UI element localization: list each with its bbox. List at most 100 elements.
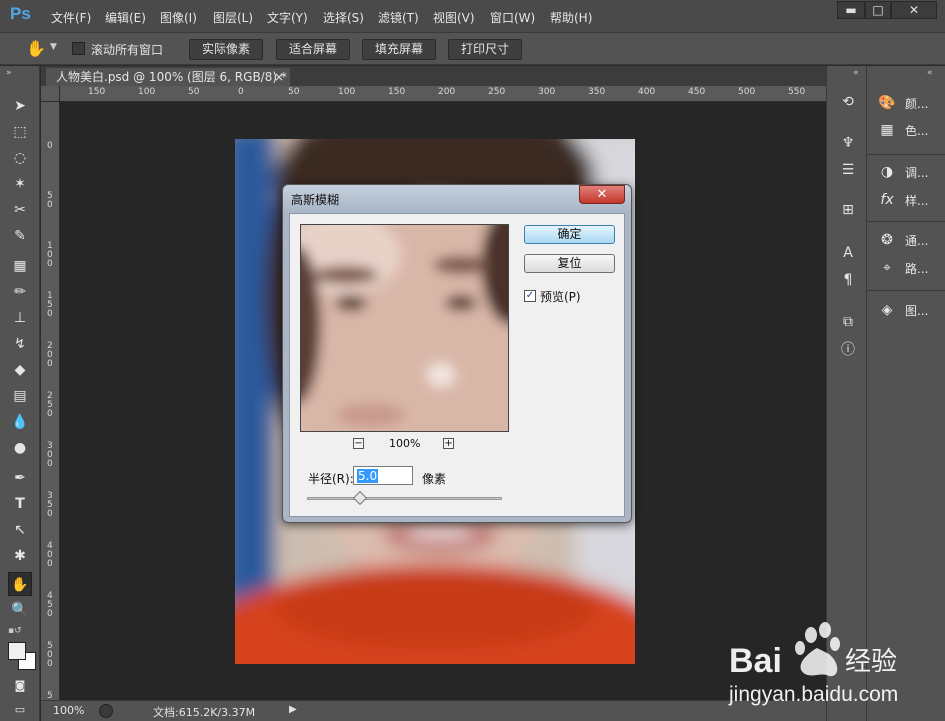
menu-select[interactable]: 选择(S) — [323, 9, 364, 26]
quick-mask-icon[interactable]: ◙ — [8, 674, 32, 698]
ruler-top-tick: 300 — [538, 87, 556, 97]
hand-tool-icon[interactable]: ✋ — [26, 39, 46, 58]
status-info-icon[interactable] — [99, 704, 113, 718]
dialog-titlebar[interactable]: 高斯模糊 ✕ — [283, 185, 631, 211]
watermark-bai: Bai — [729, 642, 782, 680]
document-tab-close-icon[interactable]: × — [274, 68, 284, 86]
gradient-tool-icon[interactable]: ▤ — [8, 384, 32, 408]
history-brush-tool-icon[interactable]: ↯ — [8, 332, 32, 356]
reset-button[interactable]: 复位 — [524, 254, 615, 273]
ruler-left-tick: 350 — [47, 491, 53, 519]
history-icon[interactable]: ⟲ — [837, 91, 859, 113]
fill-screen-button[interactable]: 填充屏幕 — [362, 39, 436, 60]
move-tool-icon[interactable]: ➤ — [8, 94, 32, 118]
watermark-jingyan: 经验 — [845, 647, 897, 677]
palette-icon: 🎨 — [878, 95, 896, 111]
zoom-in-button[interactable]: + — [443, 438, 454, 449]
zoom-out-button[interactable]: − — [353, 438, 364, 449]
dodge-tool-icon[interactable]: ● — [8, 436, 32, 460]
ruler-top-tick: 350 — [588, 87, 606, 97]
marquee-tool-icon[interactable]: ⬚ — [8, 120, 32, 144]
type-tool-icon[interactable]: T — [8, 492, 32, 516]
ok-button[interactable]: 确定 — [524, 225, 615, 244]
status-menu-arrow-icon[interactable]: ▶ — [289, 704, 297, 715]
menu-type[interactable]: 文字(Y) — [267, 9, 308, 26]
options-bar: ✋ ▼ 滚动所有窗口 实际像素 适合屏幕 填充屏幕 打印尺寸 — [0, 33, 945, 65]
panel-color[interactable]: 🎨 颜... — [867, 90, 945, 116]
panel-swatches[interactable]: ▦ 色... — [867, 117, 945, 143]
photoshop-window: Ps 文件(F) 编辑(E) 图像(I) 图层(L) 文字(Y) 选择(S) 滤… — [0, 0, 945, 721]
scroll-all-windows-checkbox[interactable] — [72, 42, 85, 55]
panel-adjustments[interactable]: ◑ 调... — [867, 159, 945, 185]
eyedropper-tool-icon[interactable]: ✎ — [8, 224, 32, 248]
magic-wand-tool-icon[interactable]: ✶ — [8, 172, 32, 196]
crop-tool-icon[interactable]: ✂ — [8, 198, 32, 222]
radius-slider-thumb[interactable] — [352, 490, 367, 506]
ruler-left-tick: 150 — [47, 291, 53, 319]
healing-brush-tool-icon[interactable]: ▦ — [8, 254, 32, 278]
lasso-tool-icon[interactable]: ◌ — [8, 146, 32, 170]
radius-slider-track[interactable] — [307, 497, 502, 500]
dialog-close-button[interactable]: ✕ — [579, 185, 625, 204]
maximize-button[interactable]: □ — [865, 1, 891, 19]
minimize-button[interactable]: ▬ — [837, 1, 865, 19]
ruler-top-tick: 50 — [288, 87, 300, 97]
actual-pixels-button[interactable]: 实际像素 — [189, 39, 263, 60]
tool-preset-chevron-icon[interactable]: ▼ — [50, 42, 57, 52]
panel-paths[interactable]: ⌖ 路... — [867, 255, 945, 281]
clone-stamp-tool-icon[interactable]: ⊥ — [8, 306, 32, 330]
dock-collapse-icon[interactable]: « — [927, 68, 933, 78]
panel-channels[interactable]: ❂ 通... — [867, 227, 945, 253]
ruler-left-tick: 200 — [47, 341, 53, 369]
ruler-top-tick: 150 — [88, 87, 106, 97]
info-icon[interactable]: ⓘ — [837, 339, 859, 361]
vertical-ruler: 050100150200250300350400450500550 — [41, 86, 60, 719]
pen-tool-icon[interactable]: ✒ — [8, 466, 32, 490]
ruler-top-tick: 100 — [138, 87, 156, 97]
close-button[interactable]: ✕ — [891, 1, 937, 19]
panel-collapse-icon[interactable]: » — [6, 68, 12, 78]
brush-presets-icon[interactable]: ♆ — [837, 132, 859, 154]
menu-view[interactable]: 视图(V) — [433, 9, 475, 26]
ruler-origin[interactable] — [41, 86, 60, 102]
menu-layer[interactable]: 图层(L) — [213, 9, 253, 26]
radius-unit: 像素 — [422, 472, 447, 486]
menu-file[interactable]: 文件(F) — [51, 9, 91, 26]
dialog-title: 高斯模糊 — [291, 193, 340, 207]
zoom-tool-icon[interactable]: 🔍 — [8, 598, 32, 622]
menu-edit[interactable]: 编辑(E) — [105, 9, 146, 26]
path-selection-tool-icon[interactable]: ↖ — [8, 518, 32, 542]
default-colors-icon[interactable]: ▪↺ — [8, 626, 22, 636]
eraser-tool-icon[interactable]: ◆ — [8, 358, 32, 382]
radius-input[interactable]: 5.0 — [353, 466, 413, 485]
filter-preview[interactable] — [300, 224, 509, 432]
menu-filter[interactable]: 滤镜(T) — [378, 9, 419, 26]
blur-tool-icon[interactable]: 💧 — [8, 410, 32, 434]
character-icon[interactable]: A — [837, 242, 859, 264]
ruler-left-tick: 300 — [47, 441, 53, 469]
brush-tool-icon[interactable]: ✏ — [8, 280, 32, 304]
print-size-button[interactable]: 打印尺寸 — [448, 39, 522, 60]
clone-source-icon[interactable]: ⊞ — [837, 199, 859, 221]
shape-tool-icon[interactable]: ✱ — [8, 544, 32, 568]
ruler-top-tick: 450 — [688, 87, 706, 97]
brush-settings-icon[interactable]: ☰ — [837, 159, 859, 181]
panel-styles[interactable]: fx 样... — [867, 187, 945, 213]
3d-icon[interactable]: ⧉ — [837, 311, 859, 333]
paragraph-icon[interactable]: ¶ — [837, 269, 859, 291]
panel-layers[interactable]: ◈ 图... — [867, 297, 945, 323]
fit-screen-button[interactable]: 适合屏幕 — [276, 39, 350, 60]
ruler-top-tick: 200 — [438, 87, 456, 97]
menu-window[interactable]: 窗口(W) — [490, 9, 535, 26]
ruler-left-tick: 250 — [47, 391, 53, 419]
strip-collapse-icon[interactable]: « — [853, 68, 859, 78]
menu-image[interactable]: 图像(I) — [160, 9, 197, 26]
document-tab[interactable]: 人物美白.psd @ 100% (图层 6, RGB/8) * × — [46, 68, 290, 86]
swatches-icon: ▦ — [880, 122, 894, 138]
foreground-color-swatch[interactable] — [8, 642, 26, 660]
menu-help[interactable]: 帮助(H) — [550, 9, 592, 26]
zoom-level[interactable]: 100% — [53, 704, 84, 717]
screen-mode-icon[interactable]: ▭ — [8, 698, 32, 721]
preview-checkbox[interactable]: ✓ — [524, 290, 536, 302]
hand-tool-active-icon[interactable]: ✋ — [8, 572, 32, 596]
